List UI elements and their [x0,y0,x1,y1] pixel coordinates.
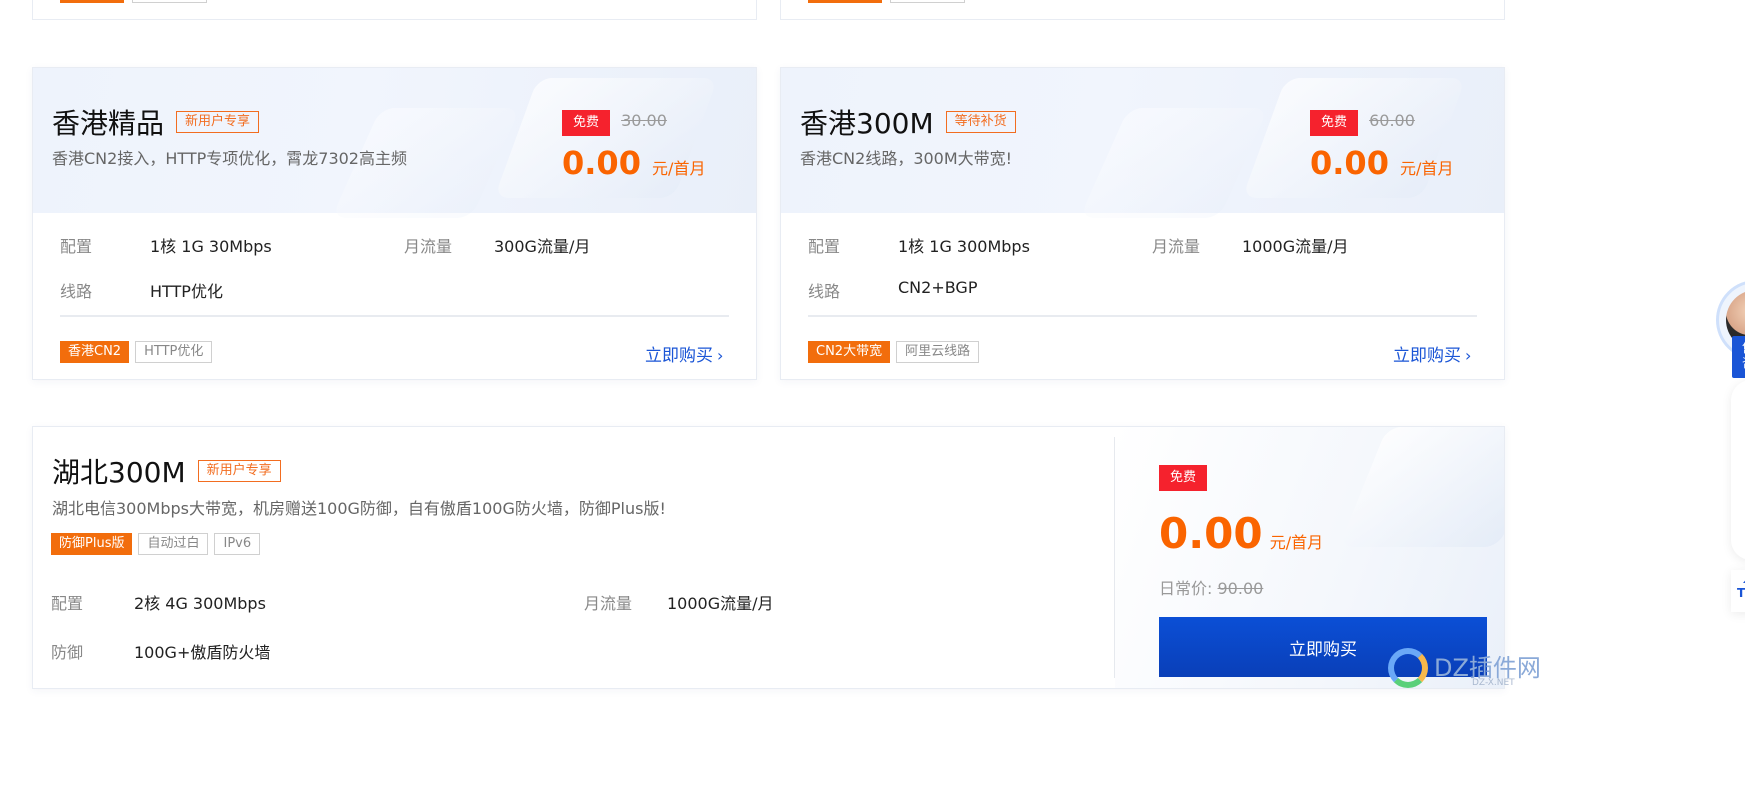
spec-value: HTTP优化 [150,282,223,301]
spec-label: 月流量 [1152,237,1201,256]
spec-value: 1000G流量/月 [1242,237,1349,256]
card-description: 香港CN2线路，300M大带宽! [800,149,1013,168]
daily-price-value: 90.00 [1217,579,1264,598]
spec-label: 配置 [51,594,84,613]
spec-label: 月流量 [404,237,453,256]
spec-label: 月流量 [584,594,633,613]
card-description: 香港CN2接入，HTTP专项优化，霄龙7302高主频 [52,149,407,168]
spec-value: 1核 1G 300Mbps [898,237,1030,256]
free-badge: 免费 [1310,110,1359,136]
previous-tag-grey [132,0,207,3]
top-label: TOP [1737,586,1745,600]
spec-value: 1核 1G 30Mbps [150,237,272,256]
buy-now-link[interactable]: 立即购买 › [645,341,723,366]
spec-defense: 防御 100G+傲盾防火墙 [51,639,270,663]
watermark-subtext: DZ-X.NET [1472,678,1515,688]
price-unit: 元/首月 [1269,533,1324,552]
current-price: 0.00 [1310,144,1389,182]
spec-config: 配置 1核 1G 30Mbps [60,233,272,257]
previous-tag-orange [808,0,882,3]
spec-config: 配置 1核 1G 300Mbps [808,233,1030,257]
tag-list: 防御Plus版 自动过白 IPv6 [51,532,266,555]
consult-button[interactable]: 售 前 咨 询 [1732,336,1745,378]
tag-secondary: 阿里云线路 [896,341,980,363]
previous-tag-orange [60,0,124,3]
tag-primary: CN2大带宽 [808,341,891,363]
free-badge: 免费 [562,110,611,136]
spec-traffic: 月流量 1000G流量/月 [1152,233,1349,257]
new-user-badge: 新用户专享 [197,460,281,482]
spec-traffic: 月流量 300G流量/月 [404,233,590,257]
card-title-text: 香港300M [800,107,934,140]
site-watermark: DZ插件网 DZ-X.NET [1388,646,1558,696]
spec-label: 线路 [60,282,93,301]
spec-line: 线路 CN2+BGP [808,278,977,302]
buy-now-label: 立即购买 [1289,639,1357,660]
spec-label: 配置 [60,237,93,256]
price-unit: 元/首月 [1400,159,1454,178]
free-badge: 免费 [1159,465,1208,491]
side-tool-panel [1731,380,1745,560]
current-price: 0.00 [1159,509,1263,558]
watermark-logo-icon [1388,648,1428,688]
current-price: 0.00 [562,144,641,182]
price-block: 免费 30.00 0.00 元/首月 [562,110,705,182]
vertical-divider [1114,437,1115,678]
previous-card-left [32,0,757,20]
spec-config: 配置 2核 4G 300Mbps [51,590,266,614]
spec-value: 100G+傲盾防火墙 [134,643,271,662]
tag-list: 香港CN2 HTTP优化 [60,340,218,363]
floating-service-widget: 售 前 咨 询 ✎ TOP [1706,280,1745,620]
daily-price-row: 日常价: 90.00 [1159,575,1263,599]
restock-badge: 等待补货 [945,111,1016,133]
spec-value: CN2+BGP [898,278,978,297]
divider [60,315,729,317]
spec-label: 配置 [808,237,841,256]
spec-value: 2核 4G 300Mbps [134,594,266,613]
chevron-right-icon: › [1465,346,1472,365]
spec-line: 线路 HTTP优化 [60,278,223,302]
card-title: 香港精品 新用户专享 [52,102,260,142]
wide-price-row: 0.00 元/首月 [1159,509,1323,558]
tag-primary: 防御Plus版 [51,533,133,555]
card-description: 湖北电信300Mbps大带宽，机房赠送100G防御，自有傲盾100G防火墙，防御… [52,499,666,518]
daily-price-label: 日常价: [1159,579,1213,598]
tag-list: CN2大带宽 阿里云线路 [808,340,985,363]
buy-now-label: 立即购买 [1393,346,1461,366]
chevron-right-icon: › [717,346,724,365]
original-price: 60.00 [1369,111,1415,130]
divider [808,315,1477,317]
spec-label: 线路 [808,282,841,301]
back-to-top-button[interactable]: TOP [1731,570,1745,612]
original-price: 30.00 [621,111,667,130]
tag-ipv6: IPv6 [214,533,261,555]
card-title-text: 香港精品 [52,107,165,140]
spec-traffic: 月流量 1000G流量/月 [584,590,774,614]
previous-card-right [780,0,1505,20]
previous-tag-grey [890,0,965,3]
card-title: 香港300M 等待补货 [800,102,1016,142]
spec-value: 300G流量/月 [494,237,591,256]
product-card-hubei-300m: 湖北300M 新用户专享 湖北电信300Mbps大带宽，机房赠送100G防御，自… [32,426,1505,689]
product-card-hk-premium: 香港精品 新用户专享 香港CN2接入，HTTP专项优化，霄龙7302高主频 免费… [32,67,757,380]
spec-value: 1000G流量/月 [667,594,774,613]
card-title-text: 湖北300M [52,456,186,489]
new-user-badge: 新用户专享 [176,111,260,133]
buy-now-label: 立即购买 [645,346,713,366]
price-block: 免费 60.00 0.00 元/首月 [1310,110,1453,182]
buy-now-link[interactable]: 立即购买 › [1393,341,1471,366]
spec-label: 防御 [51,643,84,662]
tag-primary: 香港CN2 [60,341,130,363]
price-unit: 元/首月 [652,159,706,178]
product-card-hk-300m: 香港300M 等待补货 香港CN2线路，300M大带宽! 免费 60.00 0.… [780,67,1505,380]
card-title: 湖北300M 新用户专享 [52,451,281,491]
tag-auto-whitelist: 自动过白 [138,533,209,555]
tag-secondary: HTTP优化 [135,341,213,363]
